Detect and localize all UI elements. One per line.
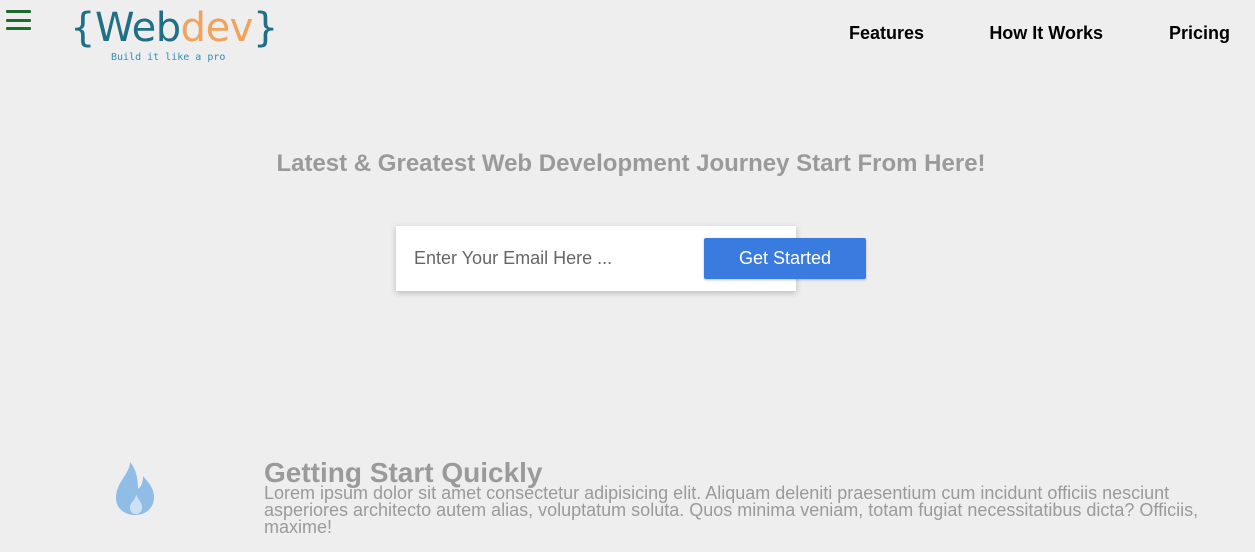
logo-wordmark: {Webdev} [70, 2, 278, 54]
logo-brace-open: { [70, 5, 95, 51]
nav-link-features[interactable]: Features [849, 23, 924, 44]
menu-bar [6, 10, 31, 13]
logo-tagline: Build it like a pro [111, 52, 226, 63]
get-started-button[interactable]: Get Started [704, 238, 866, 279]
logo[interactable]: {Webdev} Build it like a pro [70, 2, 278, 66]
logo-web-text: Web [94, 5, 181, 51]
feature-description: Lorem ipsum dolor sit amet consectetur a… [264, 483, 1199, 537]
menu-bar [6, 18, 31, 22]
hamburger-menu-icon[interactable] [6, 10, 31, 30]
landing-page: {Webdev} Build it like a pro Features Ho… [0, 0, 1255, 552]
fire-icon [116, 462, 154, 515]
nav-link-pricing[interactable]: Pricing [1169, 23, 1230, 44]
hero-title: Latest & Greatest Web Development Journe… [276, 150, 986, 177]
logo-brace-close: } [252, 5, 278, 51]
logo-dev-text: dev [180, 5, 254, 51]
nav-link-how-it-works[interactable]: How It Works [989, 23, 1103, 44]
email-input[interactable] [396, 226, 696, 291]
menu-bar [6, 27, 31, 30]
